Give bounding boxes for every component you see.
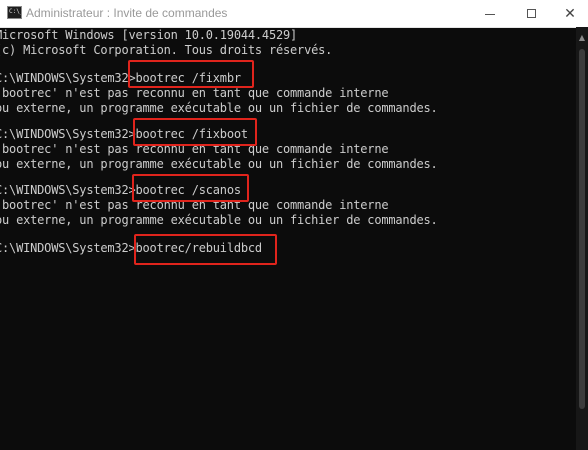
highlight-box [132,174,249,202]
header-line: (c) Microsoft Corporation. Tous droits r… [0,43,333,57]
highlight-box [134,234,277,265]
close-button[interactable]: ✕ [552,0,588,27]
terminal-output[interactable]: Microsoft Windows [version 10.0.19044.45… [0,27,576,450]
maximize-button[interactable] [511,0,551,27]
cmd-app-icon: C:\_ [7,6,22,19]
prompt: C:\WINDOWS\System32> [0,127,136,141]
command-prompt-window: C:\_ Administrateur : Invite de commande… [0,0,588,450]
maximize-icon [526,9,536,18]
prompt: C:\WINDOWS\System32> [0,241,136,255]
output-line: ou externe, un programme exécutable ou u… [0,157,438,171]
output-line: ou externe, un programme exécutable ou u… [0,101,438,115]
scroll-up-arrow-icon[interactable]: ▲ [576,33,588,43]
highlight-box [128,60,254,88]
vertical-scrollbar[interactable]: ▲ [576,27,588,450]
title-bar[interactable]: C:\_ Administrateur : Invite de commande… [0,0,588,28]
window-title: Administrateur : Invite de commandes [26,6,228,20]
prompt: C:\WINDOWS\System32> [0,183,136,197]
close-icon: ✕ [564,5,576,22]
highlight-box [133,118,257,146]
minimize-icon [485,13,495,15]
prompt: C:\WINDOWS\System32> [0,71,136,85]
scroll-thumb[interactable] [579,49,585,409]
output-line: ou externe, un programme exécutable ou u… [0,213,438,227]
minimize-button[interactable] [470,0,510,27]
